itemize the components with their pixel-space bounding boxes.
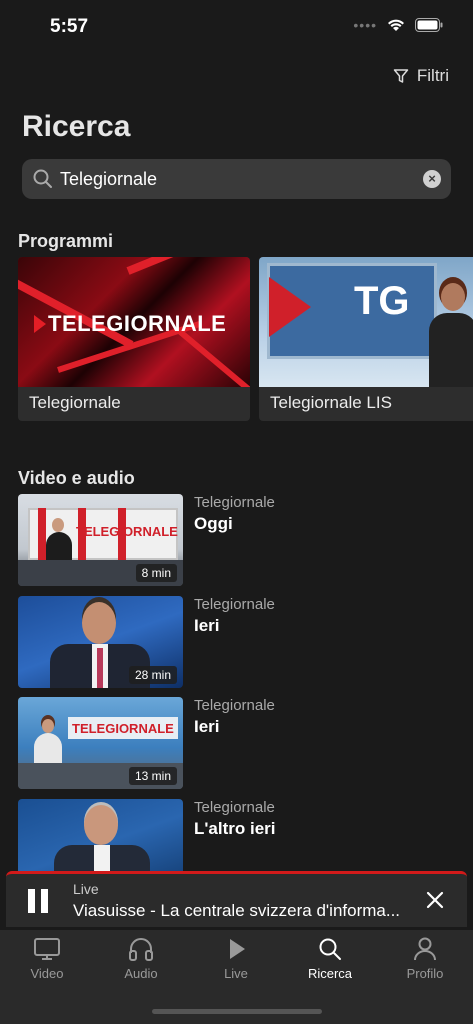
video-thumbnail: 28 min bbox=[18, 596, 183, 688]
video-title: Ieri bbox=[194, 717, 220, 736]
status-icons: •••• bbox=[353, 17, 443, 33]
wifi-icon bbox=[388, 19, 404, 31]
tab-label: Ricerca bbox=[307, 966, 353, 981]
wall-text: TELEGIORNALE bbox=[76, 524, 178, 539]
video-show: Telegiornale bbox=[194, 799, 275, 816]
program-label: Telegiornale bbox=[29, 393, 121, 412]
mini-player-title: Viasuisse - La centrale svizzera d'infor… bbox=[73, 901, 401, 920]
video-show: Telegiornale bbox=[194, 697, 275, 714]
person-icon bbox=[414, 937, 436, 961]
tab-label: Video bbox=[30, 966, 64, 981]
close-icon[interactable] bbox=[425, 890, 445, 910]
video-item[interactable]: TELEGIORNALE 13 min Telegiornale Ieri bbox=[18, 697, 458, 789]
tv-icon bbox=[34, 938, 60, 960]
pause-button[interactable] bbox=[28, 889, 50, 913]
search-input[interactable] bbox=[60, 168, 400, 190]
search-icon bbox=[33, 169, 52, 188]
video-thumbnail: TELEGIORNALE 8 min bbox=[18, 494, 183, 586]
play-icon bbox=[230, 939, 245, 959]
duration-badge: 8 min bbox=[135, 564, 177, 582]
video-item[interactable]: 28 min Telegiornale Ieri bbox=[18, 596, 458, 688]
tab-label: Audio bbox=[124, 966, 158, 981]
video-title: Ieri bbox=[194, 616, 220, 635]
duration-badge: 13 min bbox=[128, 767, 177, 785]
tab-label: Live bbox=[224, 966, 248, 981]
video-show: Telegiornale bbox=[194, 596, 275, 613]
search-icon bbox=[319, 938, 341, 960]
status-bar: 5:57 •••• bbox=[0, 0, 473, 54]
mini-player-live-label: Live bbox=[73, 881, 99, 897]
program-label: Telegiornale LIS bbox=[270, 393, 392, 412]
home-indicator bbox=[152, 1009, 322, 1014]
filter-button[interactable]: Filtri bbox=[393, 66, 449, 86]
video-item[interactable]: TELEGIORNALE 8 min Telegiornale Oggi bbox=[18, 494, 458, 586]
video-title: Oggi bbox=[194, 514, 233, 533]
page-title: Ricerca bbox=[22, 110, 131, 143]
tab-audio[interactable]: Audio bbox=[94, 936, 188, 981]
battery-icon bbox=[415, 18, 443, 32]
program-card-telegiornale[interactable]: TELEGIORNALE Telegiornale bbox=[18, 257, 250, 421]
programs-section-title: Programmi bbox=[18, 231, 114, 251]
filter-icon bbox=[393, 69, 409, 83]
search-bar[interactable]: × bbox=[22, 159, 451, 199]
tab-ricerca[interactable]: Ricerca bbox=[283, 936, 377, 981]
tg-logo-text: TG bbox=[354, 279, 410, 323]
tab-video[interactable]: Video bbox=[0, 936, 94, 981]
duration-badge: 28 min bbox=[128, 666, 177, 684]
video-thumbnail: TELEGIORNALE 13 min bbox=[18, 697, 183, 789]
tab-live[interactable]: Live bbox=[189, 936, 283, 981]
clear-search-button[interactable]: × bbox=[423, 170, 441, 188]
wall-text: TELEGIORNALE bbox=[72, 721, 174, 736]
mini-player[interactable]: Live Viasuisse - La centrale svizzera d'… bbox=[6, 871, 467, 927]
program-card-telegiornale-lis[interactable]: TG Telegiornale LIS bbox=[259, 257, 473, 421]
video-title: L'altro ieri bbox=[194, 819, 276, 838]
program-thumbnail: TELEGIORNALE bbox=[18, 257, 250, 387]
tab-profilo[interactable]: Profilo bbox=[378, 936, 472, 981]
status-time: 5:57 bbox=[50, 16, 89, 37]
tab-label: Profilo bbox=[406, 966, 444, 981]
filter-label: Filtri bbox=[416, 66, 449, 85]
headphones-icon bbox=[129, 938, 153, 961]
program-thumbnail: TG bbox=[259, 257, 473, 387]
video-show: Telegiornale bbox=[194, 494, 275, 511]
videos-section-title: Video e audio bbox=[18, 468, 135, 488]
telegiornale-logo: TELEGIORNALE bbox=[34, 311, 226, 337]
signal-icon: •••• bbox=[353, 17, 377, 33]
